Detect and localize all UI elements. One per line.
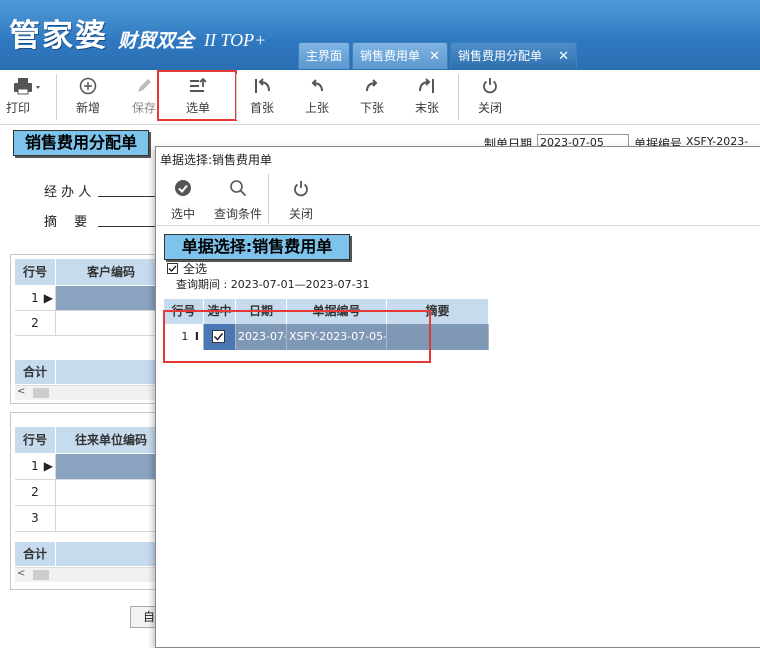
first-label: 首张	[249, 101, 274, 115]
redo-arrow-icon	[350, 70, 394, 98]
table-cell[interactable]	[56, 454, 167, 480]
app-logo: 管家婆	[9, 18, 108, 54]
search-icon	[212, 179, 264, 205]
select-label: 选中	[170, 207, 195, 221]
next-label: 下张	[359, 101, 384, 115]
handler-label: 经 办 人	[44, 185, 92, 200]
scroll-thumb[interactable]	[33, 388, 49, 398]
highlight-box	[157, 70, 237, 121]
tab-sales-expense[interactable]: 销售费用单 ✕	[352, 42, 448, 69]
app-logo-subtitle: 财贸双全	[118, 30, 195, 52]
total-label: 合计	[15, 360, 56, 384]
last-label: 末张	[414, 101, 439, 115]
select-all-label: 全选	[183, 262, 208, 276]
highlight-box	[163, 310, 431, 363]
print-button[interactable]: 打印	[2, 70, 50, 124]
total-label: 合计	[15, 542, 56, 566]
divider	[156, 225, 760, 226]
table-cell[interactable]	[56, 506, 167, 532]
first-icon	[240, 70, 284, 98]
row-pointer-icon: ▶	[43, 291, 53, 305]
query-conditions-button[interactable]: 查询条件	[212, 179, 264, 222]
tab-label: 销售费用分配单	[458, 49, 543, 63]
undo-arrow-icon	[295, 70, 339, 98]
toolbar-divider	[268, 174, 269, 224]
tab-label: 主界面	[306, 49, 343, 63]
dialog-title: 单据选择:销售费用单	[160, 153, 273, 167]
select-button[interactable]: 选中	[164, 179, 202, 222]
tab-sales-expense-allocation[interactable]: 销售费用分配单 ✕	[450, 42, 577, 69]
dialog-close-label: 关闭	[288, 207, 313, 221]
row-number[interactable]: 3	[15, 506, 56, 532]
print-label: 打印	[6, 101, 31, 115]
document-select-dialog: 单据选择:销售费用单 选中 查询条件 关闭 单据选择:销售费用单 全选 查询期间…	[155, 146, 760, 648]
toolbar: 打印 新增 保存 选单 首张 上张 下张 末张 关闭	[0, 70, 760, 125]
select-all-checkbox[interactable]	[167, 263, 178, 274]
plus-circle-icon	[66, 70, 110, 98]
query-period: 查询期间 : 2023-07-01—2023-07-31	[176, 278, 370, 291]
last-record-button[interactable]: 末张	[405, 70, 449, 124]
app-version: II TOP+	[204, 30, 267, 50]
handler-field[interactable]	[98, 196, 158, 197]
close-label: 关闭	[477, 101, 502, 115]
toolbar-divider	[56, 74, 57, 120]
row-number-text: 1	[31, 459, 39, 473]
last-icon	[405, 70, 449, 98]
summary-field[interactable]	[98, 226, 158, 227]
row-number[interactable]: 2	[15, 480, 56, 506]
power-icon	[282, 179, 320, 205]
table-cell[interactable]	[56, 480, 167, 506]
tab-main[interactable]: 主界面	[298, 42, 350, 69]
column-header: 客户编码	[56, 259, 167, 285]
row-number[interactable]: 2	[15, 311, 56, 336]
counterparty-grid: 行号 往来单位编码 1 ▶ 2 3 合计 <	[10, 412, 167, 590]
row-number[interactable]: 1 ▶	[15, 454, 56, 480]
customer-grid: 行号 客户编码 1 ▶ 2 合计 <	[10, 254, 167, 404]
dialog-heading: 单据选择:销售费用单	[164, 234, 350, 260]
scroll-thumb[interactable]	[33, 570, 49, 580]
horizontal-scrollbar[interactable]: <	[15, 385, 161, 400]
printer-icon	[2, 70, 50, 98]
scroll-left-icon[interactable]: <	[17, 568, 25, 579]
check-circle-icon	[164, 179, 202, 205]
row-number-text: 1	[31, 291, 39, 305]
row-number[interactable]: 1 ▶	[15, 286, 56, 311]
power-icon	[468, 70, 512, 98]
toolbar-divider	[236, 74, 237, 120]
column-header: 往来单位编码	[56, 427, 167, 453]
first-record-button[interactable]: 首张	[240, 70, 284, 124]
scroll-left-icon[interactable]: <	[17, 386, 25, 397]
summary-label: 摘 要	[44, 215, 88, 230]
horizontal-scrollbar[interactable]: <	[15, 567, 161, 582]
previous-record-button[interactable]: 上张	[295, 70, 339, 124]
query-conditions-label: 查询条件	[213, 207, 262, 221]
table-cell[interactable]	[56, 311, 167, 336]
row-pointer-icon: ▶	[43, 459, 53, 473]
close-button[interactable]: 关闭	[468, 70, 512, 124]
dialog-close-button[interactable]: 关闭	[282, 179, 320, 222]
total-cell	[56, 360, 167, 384]
close-icon[interactable]: ✕	[429, 43, 440, 70]
toolbar-divider	[458, 74, 459, 120]
column-header: 行号	[15, 259, 56, 285]
page-title: 销售费用分配单	[13, 130, 149, 156]
close-icon[interactable]: ✕	[558, 43, 569, 70]
tab-label: 销售费用单	[360, 49, 421, 63]
add-label: 新增	[75, 101, 100, 115]
table-cell[interactable]	[56, 286, 167, 311]
title-bar: 管家婆 财贸双全 II TOP+ 主界面 销售费用单 ✕ 销售费用分配单 ✕	[0, 0, 760, 70]
column-header: 行号	[15, 427, 56, 453]
total-cell	[56, 542, 167, 566]
add-button[interactable]: 新增	[66, 70, 110, 124]
previous-label: 上张	[304, 101, 329, 115]
next-record-button[interactable]: 下张	[350, 70, 394, 124]
